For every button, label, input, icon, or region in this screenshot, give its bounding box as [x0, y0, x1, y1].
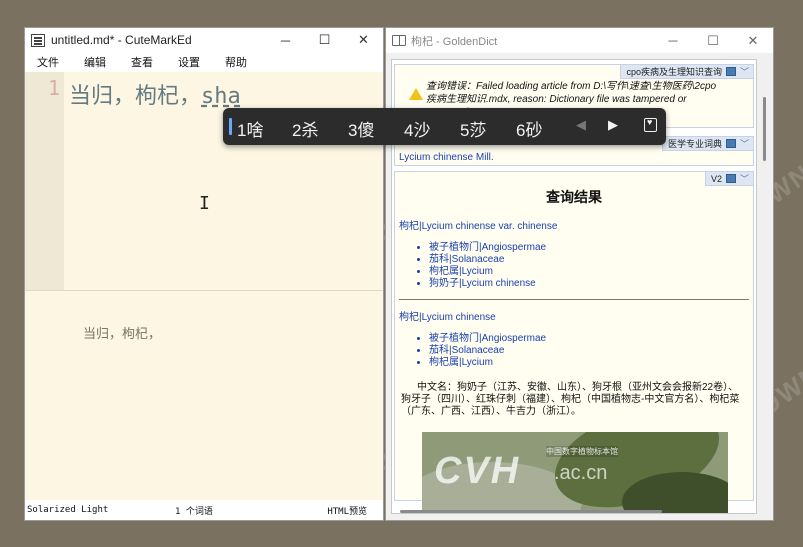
- cutemarked-window: untitled.md* - CuteMarkEd ─ ☐ ✕ 文件 编辑 查看…: [24, 27, 384, 521]
- ime-candidate-3[interactable]: 3傻: [348, 116, 374, 141]
- chinese-names-description: 中文名：狗奶子（江苏、安徽、山东）、狗牙根（亚州文会会报新22卷）、狗牙子（四川…: [401, 382, 740, 417]
- goldendict-icon: [392, 35, 406, 46]
- vertical-scrollbar[interactable]: [759, 59, 769, 514]
- divider: [399, 299, 749, 300]
- selection-indicator: [229, 118, 232, 135]
- ime-candidate-6[interactable]: 6砂: [516, 116, 542, 141]
- horizontal-scrollbar[interactable]: [400, 510, 662, 513]
- photo-logo: CVH: [434, 450, 521, 492]
- close-button[interactable]: ✕: [733, 28, 773, 53]
- taxon-link[interactable]: 茄科|Solanaceae: [429, 345, 749, 357]
- dictionary-name: 医学专业词典: [667, 139, 722, 149]
- menu-bar: 文件 编辑 查看 设置 帮助: [25, 52, 383, 72]
- window-title: untitled.md* - CuteMarkEd: [51, 33, 192, 47]
- dictionary-tag[interactable]: cpo疾病及生理知识查询 ﹀: [620, 65, 753, 79]
- dictionary-tag[interactable]: 医学专业词典 ﹀: [661, 137, 753, 151]
- line-number: 1: [47, 76, 60, 100]
- photo-domain: .ac.cn: [554, 462, 608, 484]
- maximize-button[interactable]: ☐: [693, 28, 733, 53]
- minimize-button[interactable]: ─: [653, 28, 693, 53]
- taxon-link[interactable]: 枸杞属|Lycium: [429, 357, 749, 369]
- title-bar: 枸杞 - GoldenDict ─ ☐ ✕: [386, 28, 773, 53]
- result-title: 查询结果: [546, 190, 602, 206]
- dictionary-icon: [725, 67, 736, 76]
- menu-edit[interactable]: 编辑: [72, 54, 119, 70]
- taxon-link[interactable]: 狗奶子|Lycium chinense: [429, 278, 749, 290]
- menu-view[interactable]: 查看: [119, 54, 166, 70]
- status-theme[interactable]: Solarized Light: [27, 505, 108, 515]
- warning-icon: [409, 88, 423, 100]
- favorite-icon[interactable]: [644, 117, 657, 132]
- title-bar: untitled.md* - CuteMarkEd ─ ☐ ✕: [25, 28, 383, 52]
- minimize-button[interactable]: ─: [266, 28, 305, 52]
- editor-committed-text: 当归，枸杞，: [69, 84, 202, 109]
- chevron-down-icon[interactable]: ﹀: [740, 172, 749, 185]
- window-title: 枸杞 - GoldenDict: [411, 35, 498, 48]
- menu-settings[interactable]: 设置: [166, 54, 213, 70]
- goldendict-window: 枸杞 - GoldenDict ─ ☐ ✕ cpo疾病及生理知识查询 ﹀ 查询错…: [385, 27, 774, 521]
- close-button[interactable]: ✕: [344, 28, 383, 52]
- photo-caption: 中国数字植物标本馆: [546, 446, 618, 457]
- word-link[interactable]: Lycium chinense Mill.: [399, 152, 494, 163]
- cutemarked-icon: [31, 33, 45, 47]
- article-v2: V2 ﹀ 查询结果 枸杞|Lycium chinense var. chinen…: [394, 171, 754, 513]
- prev-page-icon[interactable]: ◀: [576, 117, 586, 133]
- html-preview-pane: 当归，枸杞，: [25, 290, 383, 501]
- dictionary-icon: [725, 139, 736, 148]
- line-gutter: 1: [25, 72, 64, 317]
- taxon-link[interactable]: 枸杞属|Lycium: [429, 266, 749, 278]
- taxon-link[interactable]: 被子植物门|Angiospermae: [429, 242, 749, 254]
- ime-candidate-2[interactable]: 2杀: [292, 116, 318, 141]
- taxon-link[interactable]: 茄科|Solanaceae: [429, 254, 749, 266]
- ime-candidate-5[interactable]: 5莎: [460, 116, 486, 141]
- ime-candidate-bar: 1啥 2杀 3傻 4沙 5莎 6砂 ◀ ▶: [223, 108, 666, 145]
- chevron-down-icon[interactable]: ﹀: [740, 65, 749, 78]
- next-page-icon[interactable]: ▶: [608, 117, 618, 133]
- status-word-count: 1 个词语: [175, 506, 213, 517]
- dictionary-name: cpo疾病及生理知识查询: [626, 67, 722, 77]
- plant-photo: CVH .ac.cn 中国数字植物标本馆: [422, 432, 728, 513]
- maximize-button[interactable]: ☐: [305, 28, 344, 52]
- taxon-link[interactable]: 被子植物门|Angiospermae: [429, 333, 749, 345]
- dictionary-icon: [725, 174, 736, 183]
- preview-text: 当归，枸杞，: [83, 326, 162, 341]
- editor-content[interactable]: 当归，枸杞，sha: [69, 78, 241, 110]
- taxon-heading-link[interactable]: 枸杞|Lycium chinense: [399, 308, 749, 323]
- taxon-heading-link[interactable]: 枸杞|Lycium chinense var. chinense: [399, 217, 749, 232]
- text-cursor-icon: I: [199, 193, 210, 214]
- ime-candidate-4[interactable]: 4沙: [404, 116, 430, 141]
- status-bar: Solarized Light 1 个词语 HTML预览: [25, 500, 383, 520]
- status-html-preview[interactable]: HTML预览: [327, 504, 367, 517]
- menu-file[interactable]: 文件: [25, 54, 72, 70]
- chevron-down-icon[interactable]: ﹀: [740, 137, 749, 150]
- ime-candidate-1[interactable]: 1啥: [237, 116, 263, 141]
- menu-help[interactable]: 帮助: [213, 54, 260, 70]
- dictionary-name: V2: [710, 173, 722, 184]
- ime-preedit-text: sha: [201, 84, 241, 109]
- dictionary-tag[interactable]: V2 ﹀: [704, 172, 753, 186]
